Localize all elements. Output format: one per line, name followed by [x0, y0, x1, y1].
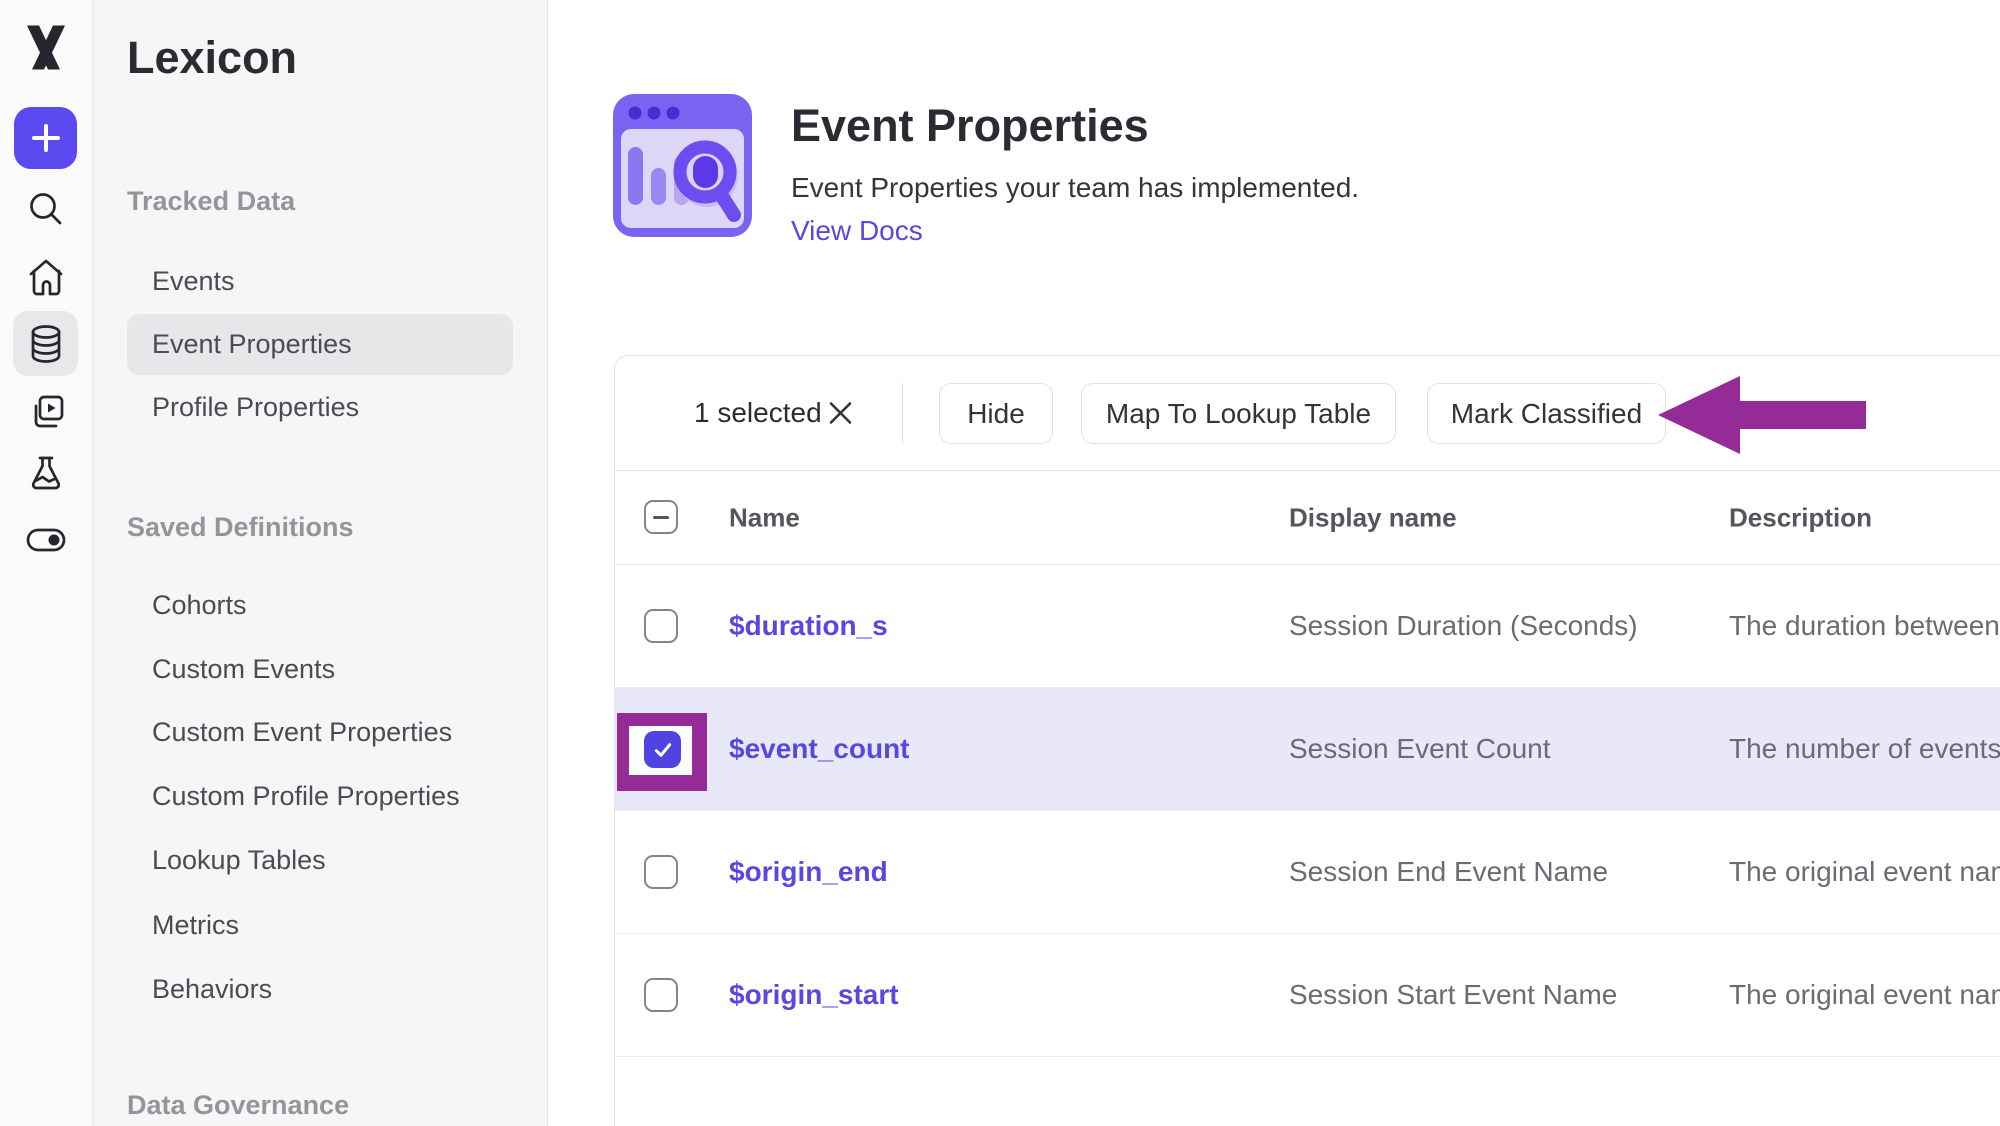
table-row: $origin_start Session Start Event Name T… [615, 934, 2000, 1057]
selection-toolbar: 1 selected Hide Map To Lookup Table Mark… [615, 356, 2000, 471]
column-header-name[interactable]: Name [729, 502, 800, 533]
sidebar-item-events[interactable]: Events [152, 266, 235, 297]
page-title: Event Properties [791, 100, 1149, 152]
sidebar-item-lookup-tables[interactable]: Lookup Tables [152, 845, 326, 876]
home-icon[interactable] [27, 257, 65, 297]
section-saved-definitions: Saved Definitions [127, 512, 354, 543]
sidebar-item-profile-properties[interactable]: Profile Properties [152, 392, 359, 423]
table-row: $duration_s Session Duration (Seconds) T… [615, 565, 2000, 688]
clear-selection-close-icon[interactable] [827, 400, 854, 427]
icon-rail [0, 0, 93, 1126]
sidebar-item-cohorts[interactable]: Cohorts [152, 590, 247, 621]
section-data-governance: Data Governance [127, 1090, 349, 1121]
description-cell: The number of events [1729, 733, 2000, 765]
display-name-cell: Session Event Count [1289, 733, 1551, 765]
property-name-link[interactable]: $duration_s [729, 610, 888, 642]
property-name-link[interactable]: $event_count [729, 733, 910, 765]
lexicon-sidebar: Lexicon Tracked Data Events Event Proper… [93, 0, 548, 1126]
sidebar-item-custom-events[interactable]: Custom Events [152, 654, 335, 685]
hide-button[interactable]: Hide [939, 383, 1053, 444]
sidebar-item-custom-profile-properties[interactable]: Custom Profile Properties [152, 781, 460, 812]
sidebar-item-event-properties[interactable]: Event Properties [152, 329, 352, 360]
event-properties-table-card: 1 selected Hide Map To Lookup Table Mark… [614, 355, 2000, 1126]
row-checkbox[interactable] [644, 731, 681, 768]
display-name-cell: Session Duration (Seconds) [1289, 610, 1638, 642]
sidebar-item-metrics[interactable]: Metrics [152, 910, 239, 941]
mixpanel-logo-icon[interactable] [24, 25, 68, 76]
database-icon[interactable] [29, 323, 63, 365]
sidebar-item-custom-event-properties[interactable]: Custom Event Properties [152, 717, 452, 748]
selected-count-label: 1 selected [694, 397, 822, 429]
create-plus-button[interactable] [14, 107, 77, 169]
event-properties-illustration-icon [612, 93, 753, 243]
select-all-checkbox[interactable] [644, 500, 678, 534]
table-row: $event_count Session Event Count The num… [615, 688, 2000, 811]
description-cell: The original event nam [1729, 979, 2000, 1011]
view-docs-link[interactable]: View Docs [791, 215, 923, 247]
annotation-arrow-icon [1656, 374, 1868, 461]
property-name-link[interactable]: $origin_start [729, 979, 899, 1011]
search-icon[interactable] [27, 190, 65, 228]
column-header-display-name[interactable]: Display name [1289, 502, 1457, 533]
map-to-lookup-table-button[interactable]: Map To Lookup Table [1081, 383, 1396, 444]
description-cell: The original event nam [1729, 856, 2000, 888]
display-name-cell: Session End Event Name [1289, 856, 1608, 888]
toggle-icon[interactable] [25, 527, 67, 553]
table-row: $origin_end Session End Event Name The o… [615, 811, 2000, 934]
flask-icon[interactable] [27, 455, 65, 493]
row-checkbox[interactable] [644, 609, 678, 643]
lexicon-app: Lexicon Tracked Data Events Event Proper… [0, 0, 2000, 1126]
sidebar-item-behaviors[interactable]: Behaviors [152, 974, 272, 1005]
row-checkbox[interactable] [644, 978, 678, 1012]
indeterminate-dash-icon [653, 516, 669, 519]
display-name-cell: Session Start Event Name [1289, 979, 1617, 1011]
section-tracked-data: Tracked Data [127, 186, 295, 217]
table-header-row: Name Display name Description [615, 471, 2000, 565]
column-header-description[interactable]: Description [1729, 502, 1872, 533]
page-subtitle: Event Properties your team has implement… [791, 172, 1359, 204]
toolbar-divider [902, 383, 903, 443]
page-title-lexicon: Lexicon [127, 32, 297, 84]
description-cell: The duration between [1729, 610, 2000, 642]
mark-classified-button[interactable]: Mark Classified [1427, 383, 1666, 444]
row-checkbox[interactable] [644, 855, 678, 889]
property-name-link[interactable]: $origin_end [729, 856, 888, 888]
boards-icon[interactable] [27, 393, 65, 431]
